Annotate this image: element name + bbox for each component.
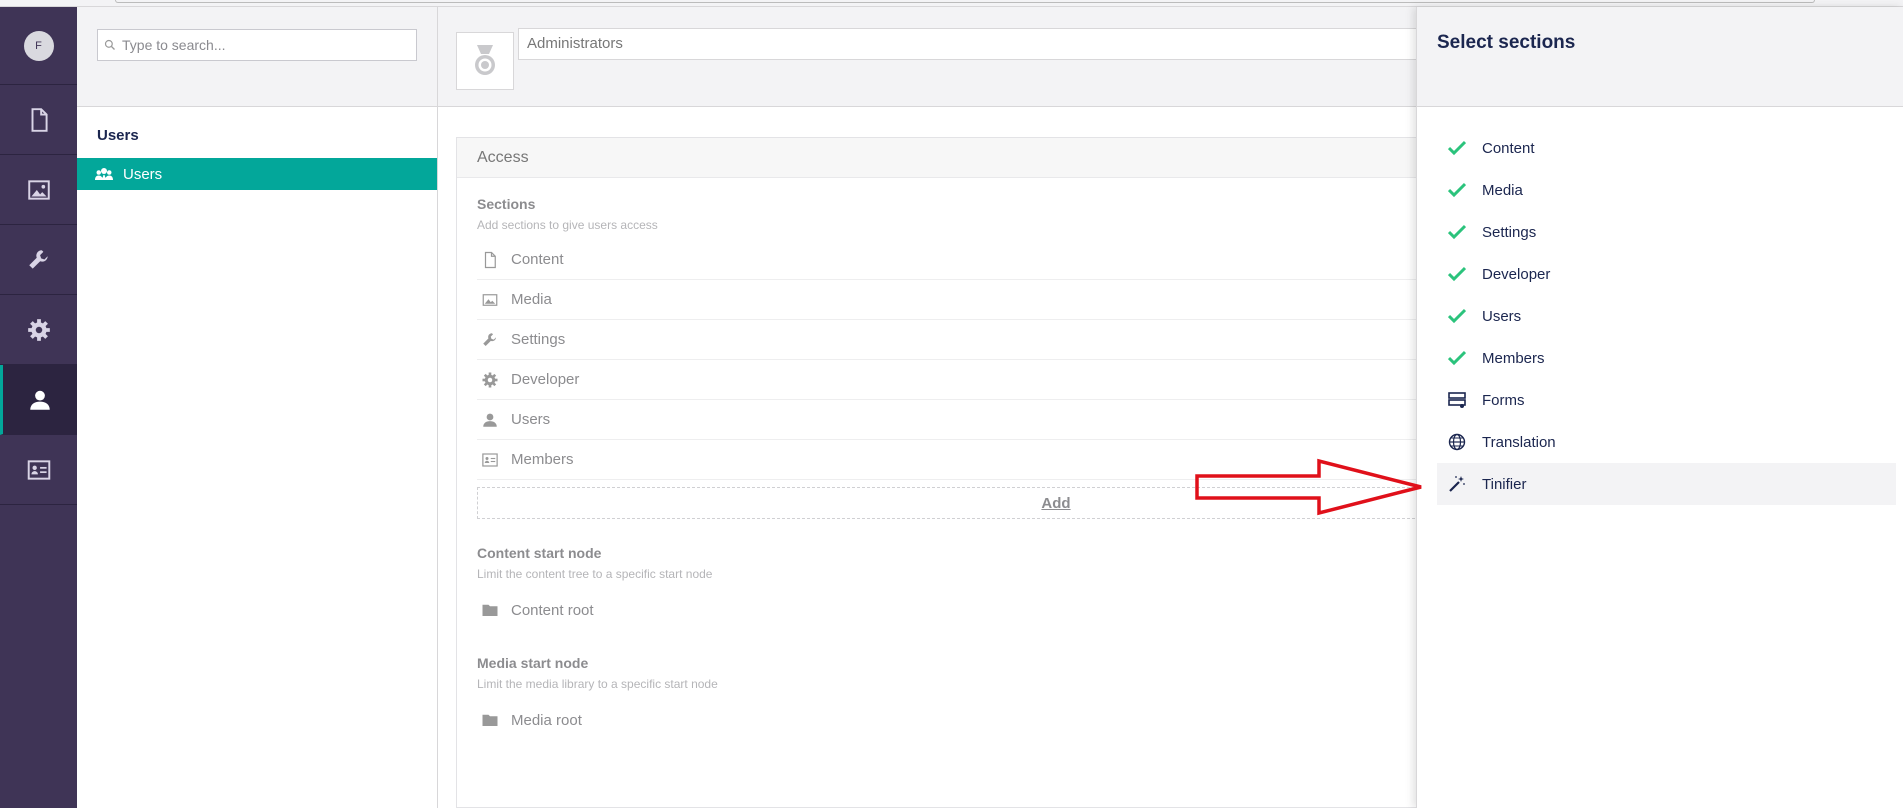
app-sidebar: F — [0, 7, 77, 808]
forms-icon — [1448, 391, 1466, 409]
section-label: Media — [511, 291, 552, 308]
tree-node-users[interactable]: Users — [77, 158, 437, 190]
users-group-icon — [95, 168, 113, 180]
section-picker-list: Content Media Settings Developer Users M… — [1417, 107, 1903, 505]
section-label: Settings — [511, 331, 566, 348]
tree-title: Users — [97, 127, 139, 144]
member-card-icon — [27, 459, 50, 480]
wrench-icon — [28, 249, 48, 269]
check-icon — [1448, 181, 1466, 199]
member-card-icon — [482, 452, 498, 467]
tree-header — [77, 7, 437, 107]
search-box[interactable] — [97, 29, 417, 61]
picker-item-settings[interactable]: Settings — [1437, 211, 1896, 253]
tree-node-label: Users — [123, 165, 163, 183]
annotation-arrow-icon — [1195, 458, 1422, 516]
scrollbar[interactable] — [115, 0, 1815, 3]
section-label: Users — [511, 411, 551, 428]
rail-item-users[interactable] — [0, 365, 77, 435]
magic-wand-icon — [1448, 475, 1466, 493]
picker-item-members[interactable]: Members — [1437, 337, 1896, 379]
avatar-area: F — [0, 7, 77, 85]
user-icon — [483, 413, 497, 427]
user-icon — [30, 390, 50, 410]
rail-item-media[interactable] — [0, 155, 77, 225]
check-icon — [1448, 307, 1466, 325]
document-icon — [484, 251, 496, 268]
picker-item-label: Content — [1482, 139, 1535, 157]
select-sections-panel: Select sections Content Media Settings D… — [1416, 7, 1903, 808]
avatar[interactable]: F — [23, 30, 54, 61]
picker-item-label: Translation — [1482, 433, 1556, 451]
image-icon — [27, 179, 50, 200]
check-icon — [1448, 265, 1466, 283]
content-start-value: Content root — [511, 601, 594, 619]
tree-panel: Users Users — [77, 7, 438, 808]
picker-item-tinifier[interactable]: Tinifier — [1437, 463, 1896, 505]
document-icon — [31, 107, 48, 132]
picker-item-content[interactable]: Content — [1437, 127, 1896, 169]
gear-icon — [27, 318, 50, 341]
globe-icon — [1448, 433, 1466, 451]
media-start-value: Media root — [511, 711, 582, 729]
section-label: Developer — [511, 371, 580, 388]
folder-icon — [482, 714, 498, 726]
picker-item-translation[interactable]: Translation — [1437, 421, 1896, 463]
medal-icon — [475, 45, 495, 75]
search-input[interactable] — [122, 37, 402, 53]
folder-icon — [482, 604, 498, 616]
check-icon — [1448, 223, 1466, 241]
picker-item-label: Forms — [1482, 391, 1525, 409]
picker-item-label: Media — [1482, 181, 1523, 199]
group-icon-picker[interactable] — [456, 32, 514, 90]
overlay-title: Select sections — [1417, 7, 1903, 107]
picker-item-developer[interactable]: Developer — [1437, 253, 1896, 295]
check-icon — [1448, 139, 1466, 157]
gear-icon — [482, 372, 498, 387]
picker-item-users[interactable]: Users — [1437, 295, 1896, 337]
wrench-icon — [483, 332, 496, 346]
rail-item-settings[interactable] — [0, 225, 77, 295]
section-label: Content — [511, 251, 564, 268]
image-icon — [482, 293, 498, 306]
rail-item-content[interactable] — [0, 85, 77, 155]
browser-top-strip — [0, 0, 1903, 7]
picker-item-forms[interactable]: Forms — [1437, 379, 1896, 421]
picker-item-label: Users — [1482, 307, 1522, 325]
rail-item-developer[interactable] — [0, 295, 77, 365]
group-name-input[interactable]: Administrators — [518, 28, 1518, 60]
check-icon — [1448, 349, 1466, 367]
picker-item-label: Settings — [1482, 223, 1537, 241]
rail-item-members[interactable] — [0, 435, 77, 505]
picker-item-label: Members — [1482, 349, 1545, 367]
picker-item-media[interactable]: Media — [1437, 169, 1896, 211]
section-label: Members — [511, 451, 574, 468]
picker-item-label: Developer — [1482, 265, 1551, 283]
search-icon — [104, 39, 115, 50]
picker-item-label: Tinifier — [1482, 475, 1527, 493]
